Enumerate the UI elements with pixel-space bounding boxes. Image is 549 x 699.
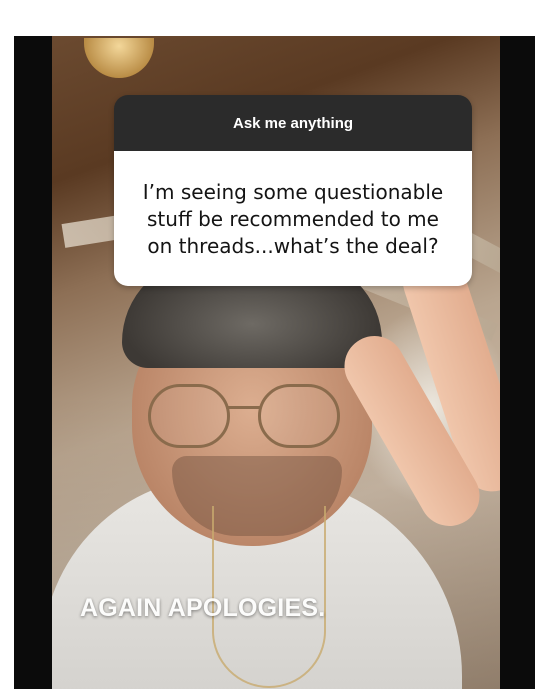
question-sticker[interactable]: Ask me anything I’m seeing some question… bbox=[114, 95, 472, 286]
question-sticker-header: Ask me anything bbox=[114, 95, 472, 151]
page: Ask me anything I’m seeing some question… bbox=[0, 0, 549, 699]
glasses-lens-left bbox=[148, 384, 230, 448]
pendant-lamp bbox=[84, 38, 154, 78]
glasses-bridge bbox=[228, 406, 260, 409]
video-caption: AGAIN APOLOGIES. bbox=[80, 594, 326, 622]
raised-hand bbox=[333, 242, 500, 566]
glasses bbox=[148, 384, 348, 454]
question-line: I’m seeing some questionable bbox=[142, 180, 444, 204]
story-frame: Ask me anything I’m seeing some question… bbox=[14, 36, 535, 689]
glasses-lens-right bbox=[258, 384, 340, 448]
question-line: on threads...what’s the deal? bbox=[147, 234, 439, 258]
question-sticker-body: I’m seeing some questionable stuff be re… bbox=[114, 151, 472, 286]
question-line: stuff be recommended to me bbox=[147, 207, 439, 231]
